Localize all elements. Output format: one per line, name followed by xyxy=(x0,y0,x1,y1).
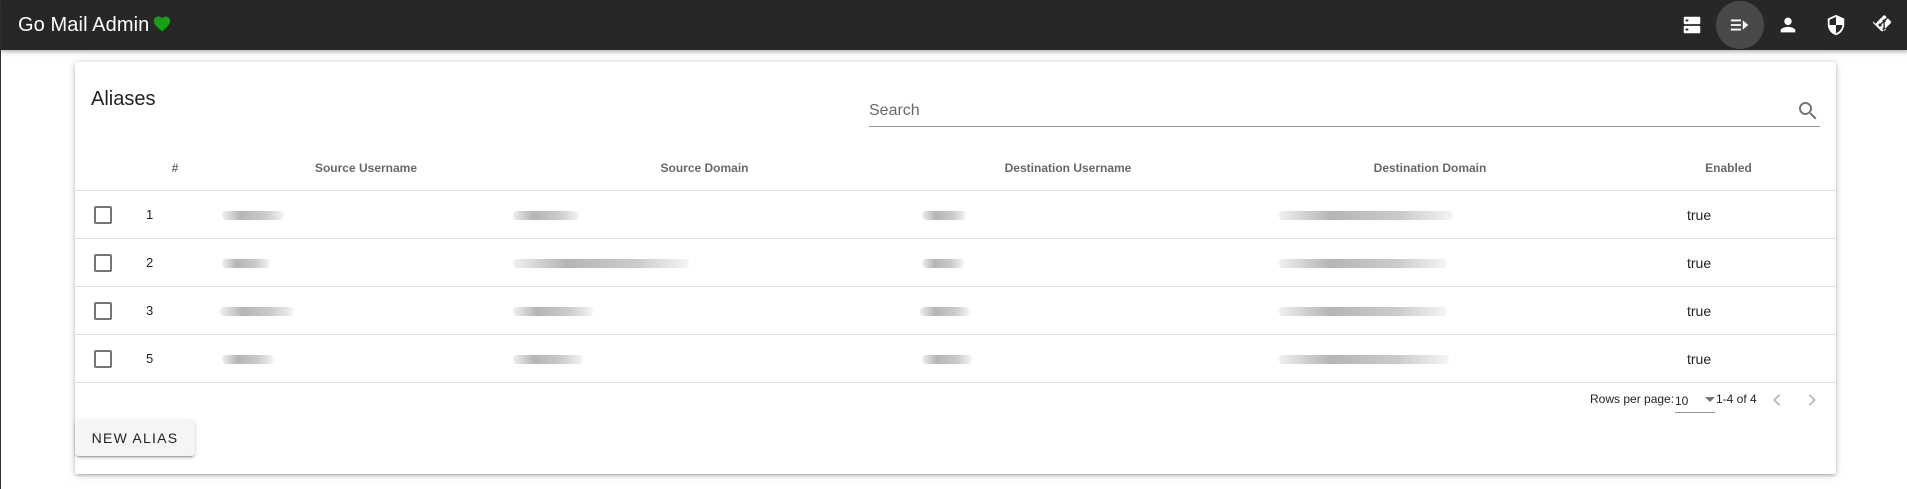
aliases-icon[interactable] xyxy=(1716,1,1764,49)
redacted-source-username xyxy=(220,307,294,317)
redacted-source-username xyxy=(222,211,284,221)
search-field xyxy=(869,96,1820,127)
nav-icons xyxy=(1668,0,1907,50)
row-enabled: true xyxy=(1621,190,1836,239)
row-checkbox[interactable] xyxy=(94,301,112,320)
page-title: Aliases xyxy=(91,88,156,110)
column-header-source-domain[interactable]: Source Domain xyxy=(512,146,897,191)
git-icon[interactable] xyxy=(1860,1,1907,49)
redacted-source-domain xyxy=(513,211,579,221)
row-id: 2 xyxy=(146,255,154,270)
redacted-destination-domain xyxy=(1279,211,1453,221)
tls-policy-icon[interactable] xyxy=(1812,1,1860,49)
aliases-table: # Source Username Source Domain Destinat… xyxy=(75,146,1836,383)
row-id: 1 xyxy=(146,207,154,222)
select-header xyxy=(75,146,130,191)
redacted-source-username xyxy=(222,259,270,269)
column-header-destination-username[interactable]: Destination Username xyxy=(897,146,1239,191)
redacted-destination-username xyxy=(922,211,966,221)
chevron-down-icon xyxy=(1705,397,1715,402)
table-row[interactable]: 2 true xyxy=(75,238,1836,287)
table-row[interactable]: 1 true xyxy=(75,190,1836,239)
column-header-id[interactable]: # xyxy=(130,146,220,191)
previous-page-icon[interactable] xyxy=(1765,388,1789,412)
search-icon xyxy=(1796,99,1820,123)
redacted-destination-username xyxy=(920,307,970,317)
next-page-icon[interactable] xyxy=(1800,388,1824,412)
heart-icon xyxy=(152,14,172,38)
row-checkbox[interactable] xyxy=(94,349,112,368)
column-header-destination-domain[interactable]: Destination Domain xyxy=(1239,146,1621,191)
app-title-text: Go Mail Admin xyxy=(18,13,150,36)
table-row[interactable]: 3 true xyxy=(75,286,1836,335)
column-header-source-username[interactable]: Source Username xyxy=(220,146,512,191)
app-title[interactable]: Go Mail Admin xyxy=(18,12,172,38)
row-enabled: true xyxy=(1621,286,1836,335)
redacted-source-domain xyxy=(513,355,583,365)
row-enabled: true xyxy=(1621,238,1836,287)
rows-per-page-label: Rows per page: xyxy=(1590,392,1675,406)
aliases-card: Aliases # Source Username Source Domain … xyxy=(75,62,1836,474)
redacted-destination-username xyxy=(922,355,972,365)
table-header-row: # Source Username Source Domain Destinat… xyxy=(75,146,1836,191)
new-alias-button[interactable]: NEW ALIAS xyxy=(75,420,195,456)
redacted-destination-username xyxy=(922,259,964,269)
redacted-source-domain xyxy=(513,259,689,269)
row-id: 5 xyxy=(146,351,154,366)
redacted-destination-domain xyxy=(1279,307,1447,317)
accounts-icon[interactable] xyxy=(1764,1,1812,49)
row-checkbox[interactable] xyxy=(94,253,112,272)
rows-per-page-select[interactable]: 10 xyxy=(1675,388,1715,413)
search-input[interactable] xyxy=(869,96,1769,126)
redacted-destination-domain xyxy=(1279,355,1449,365)
app-bar: Go Mail Admin xyxy=(1,0,1907,50)
table-footer: Rows per page: 10 1-4 of 4 xyxy=(75,374,1836,422)
column-header-enabled[interactable]: Enabled xyxy=(1621,146,1836,191)
rows-per-page-value: 10 xyxy=(1675,394,1689,408)
pagination-range: 1-4 of 4 xyxy=(1716,392,1757,406)
redacted-source-domain xyxy=(513,307,593,317)
row-id: 3 xyxy=(146,303,154,318)
redacted-destination-domain xyxy=(1279,259,1447,269)
row-checkbox[interactable] xyxy=(94,205,112,224)
redacted-source-username xyxy=(222,355,274,365)
domains-icon[interactable] xyxy=(1668,1,1716,49)
